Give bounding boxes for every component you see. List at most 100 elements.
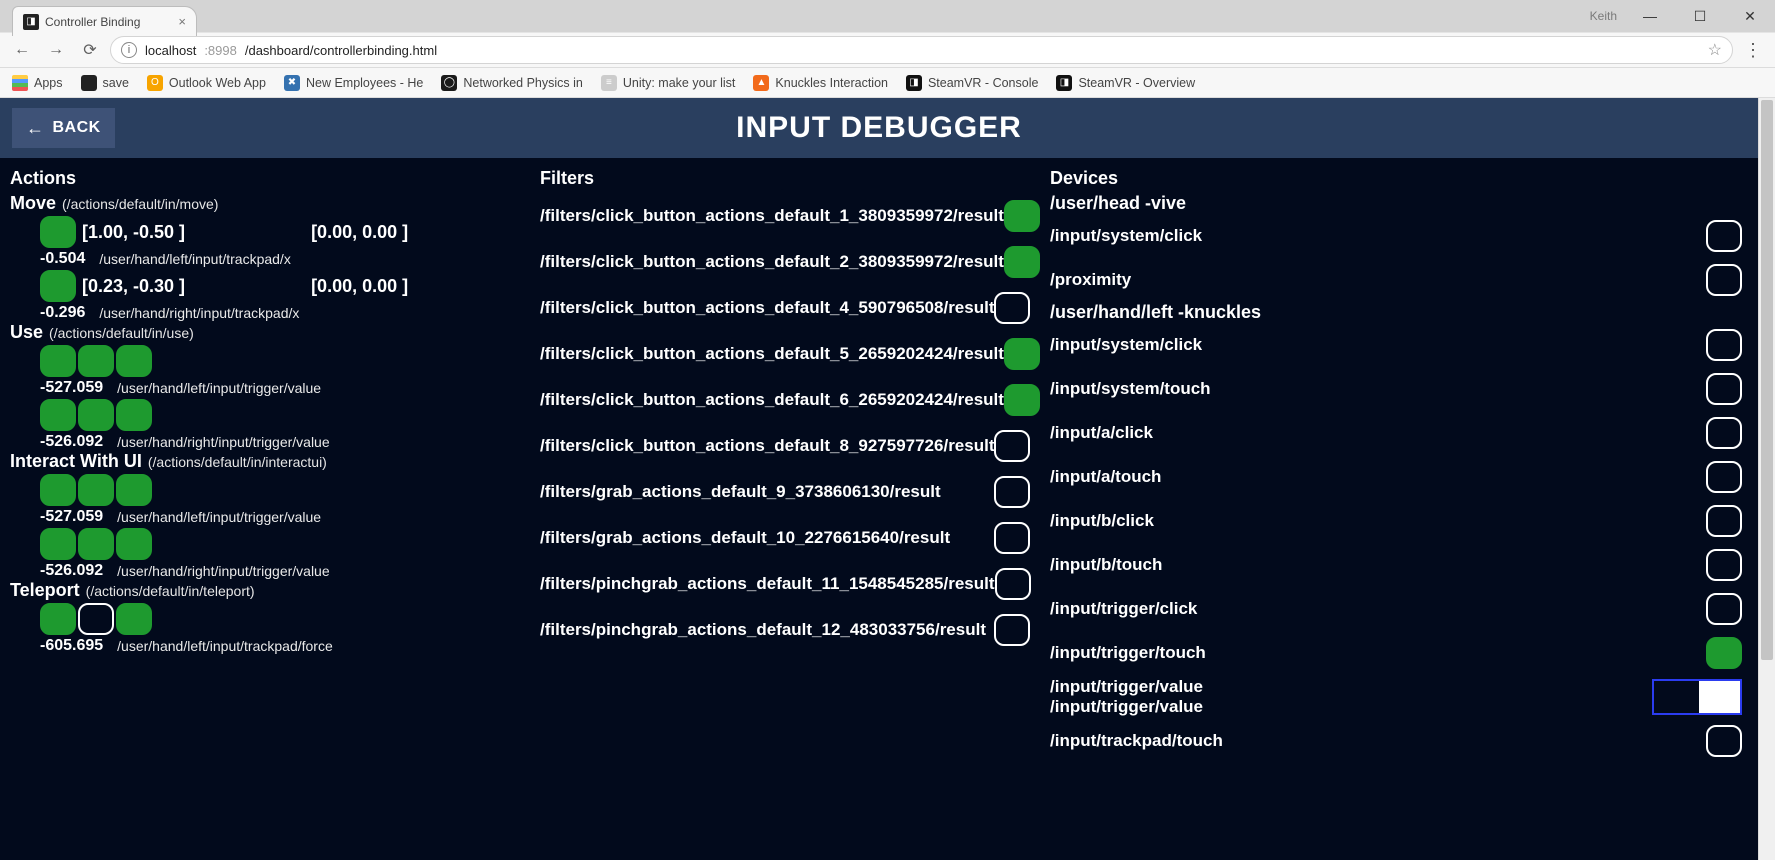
device-input-path: /input/system/click [1050,335,1202,355]
filter-indicator [1004,246,1040,278]
back-button[interactable]: ← BACK [12,108,115,148]
device-row: /input/system/click [1050,214,1748,258]
state-pill [994,614,1030,646]
action-path: (/actions/default/in/move) [62,196,218,212]
action-row: -526.092/user/hand/right/input/trigger/v… [40,399,520,451]
vector-delta: [0.00, 0.00 ] [311,222,408,243]
browser-menu-icon[interactable]: ⋮ [1739,40,1767,61]
bookmark-new-employees[interactable]: ✖ New Employees - He [284,75,423,91]
filter-row: /filters/click_button_actions_default_1_… [540,193,1030,239]
filter-path: /filters/pinchgrab_actions_default_12_48… [540,620,986,640]
bookmark-save[interactable]: save [81,75,129,91]
state-pill [116,603,152,635]
device-input-path: /input/b/touch [1050,555,1162,575]
bookmark-star-icon[interactable]: ☆ [1708,40,1722,60]
action-name: Move [10,193,56,213]
action-row-bottom: -605.695/user/hand/left/input/trackpad/f… [40,637,520,655]
device-row: /input/trigger/click [1050,587,1748,631]
action-value: -0.504 [40,250,85,268]
url-host: localhost [145,43,196,58]
device-row: /input/trackpad/touch [1050,719,1748,763]
state-pill [1004,338,1040,370]
action-name: Use [10,322,43,342]
device-input-path: /input/trigger/value [1050,697,1203,717]
page-viewport: ← BACK INPUT DEBUGGER Actions Move(/acti… [0,98,1775,860]
device-input-path: /input/trigger/touch [1050,643,1206,663]
device-heading: /user/hand/left -knuckles [1050,302,1748,323]
bookmark-outlook[interactable]: OOutlook Web App [147,75,266,91]
action-row-bottom: -0.296/user/hand/right/input/trackpad/x [40,304,520,322]
bookmark-label: SteamVR - Console [928,76,1038,90]
device-row: /input/b/click [1050,499,1748,543]
confluence-icon: ✖ [284,75,300,91]
filters-heading: Filters [540,168,1030,189]
filter-row: /filters/click_button_actions_default_4_… [540,285,1030,331]
action-row-bottom: -526.092/user/hand/right/input/trigger/v… [40,433,520,451]
filter-path: /filters/grab_actions_default_9_37386061… [540,482,941,502]
filter-row: /filters/click_button_actions_default_5_… [540,331,1030,377]
site-info-icon[interactable]: i [121,42,137,58]
state-pill [994,476,1030,508]
action-row-top: [0.23, -0.30 ][0.00, 0.00 ] [40,270,520,302]
action-value: -0.296 [40,304,85,322]
state-pill [1706,593,1742,625]
device-input-path: /input/system/touch [1050,379,1211,399]
url-path: /dashboard/controllerbinding.html [245,43,437,58]
action-row: -526.092/user/hand/right/input/trigger/v… [40,528,520,580]
bookmarks-bar: Apps save OOutlook Web App ✖ New Employee… [0,68,1775,98]
filter-row: /filters/click_button_actions_default_8_… [540,423,1030,469]
state-pill [994,522,1030,554]
state-pill [116,399,152,431]
reload-icon[interactable]: ⟳ [76,36,104,64]
device-indicator [1706,373,1742,405]
window-controls: — ☐ ✕ [1625,0,1775,32]
back-button-label: BACK [53,119,101,137]
filter-indicator [994,430,1030,462]
bookmark-label: Apps [34,76,63,90]
url-port: :8998 [204,43,237,58]
bookmark-label: Knuckles Interaction [775,76,888,90]
state-pill [40,474,76,506]
bookmark-apps[interactable]: Apps [12,75,63,91]
bookmark-steamvr-overview[interactable]: ◨SteamVR - Overview [1056,75,1195,91]
state-pill [40,399,76,431]
scrollbar-thumb[interactable] [1761,100,1773,660]
generic-icon: ≡ [601,75,617,91]
nav-back-icon[interactable]: ← [8,36,36,64]
close-button[interactable]: ✕ [1725,0,1775,32]
pill-set [40,603,152,635]
bookmark-label: Networked Physics in [463,76,583,90]
url-box[interactable]: i localhost :8998/dashboard/controllerbin… [110,36,1733,64]
action-source: /user/hand/right/input/trigger/value [117,434,329,450]
action-value: -526.092 [40,562,103,580]
scrollbar[interactable] [1758,98,1775,860]
bookmark-unity-list[interactable]: ≡Unity: make your list [601,75,736,91]
device-input-path: /input/system/click [1050,226,1202,246]
action-name: Interact With UI [10,451,142,471]
filter-indicator [994,292,1030,324]
state-pill [40,270,76,302]
minimize-button[interactable]: — [1625,0,1675,32]
action-row-bottom: -527.059/user/hand/left/input/trigger/va… [40,508,520,526]
bookmark-label: New Employees - He [306,76,423,90]
action-source: /user/hand/left/input/trigger/value [117,380,321,396]
maximize-button[interactable]: ☐ [1675,0,1725,32]
action-row: -605.695/user/hand/left/input/trackpad/f… [40,603,520,655]
device-row: /input/b/touch [1050,543,1748,587]
browser-tab[interactable]: ◨ Controller Binding × [12,6,197,36]
bookmark-knuckles[interactable]: ▲ Knuckles Interaction [753,75,888,91]
close-icon[interactable]: × [178,14,186,29]
state-pill [1706,220,1742,252]
bookmark-networked-physics[interactable]: ◯Networked Physics in [441,75,583,91]
tab-title: Controller Binding [45,15,140,29]
device-row: /input/system/click [1050,323,1748,367]
window-user: Keith [1590,9,1617,23]
devices-heading: Devices [1050,168,1748,189]
state-pill [78,399,114,431]
action-heading: Interact With UI(/actions/default/in/int… [10,451,520,472]
state-pill [116,474,152,506]
nav-forward-icon[interactable]: → [42,36,70,64]
device-indicator [1706,417,1742,449]
knuckles-icon: ▲ [753,75,769,91]
bookmark-steamvr-console[interactable]: ◨SteamVR - Console [906,75,1038,91]
